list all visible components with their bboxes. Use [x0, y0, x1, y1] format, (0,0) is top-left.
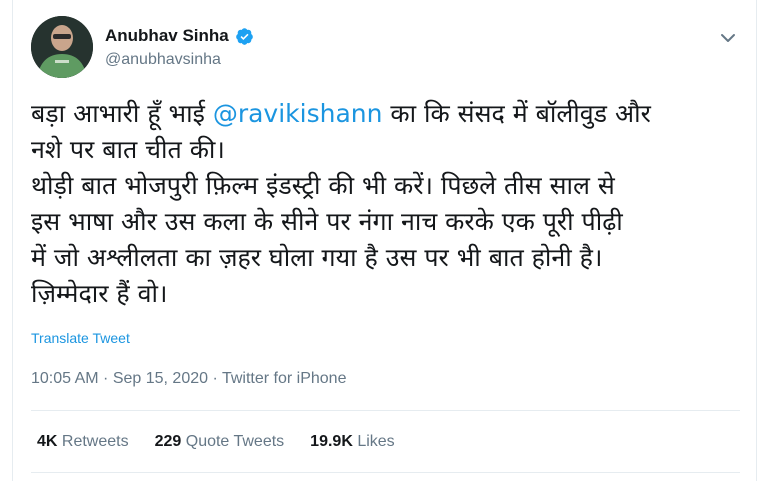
author-handle[interactable]: @anubhavsinha — [105, 51, 254, 69]
mention-link[interactable]: @ravikishann — [213, 99, 383, 128]
quote-tweets-stat[interactable]: 229 Quote Tweets — [155, 433, 285, 451]
tweet-text: बड़ा आभारी हूँ भाई @ravikishann का कि सं… — [31, 96, 751, 312]
divider — [31, 472, 740, 473]
tweet-header: Anubhav Sinha @anubhavsinha — [31, 16, 740, 82]
tweet-line: बड़ा आभारी हूँ भाई @ravikishann का कि सं… — [31, 96, 751, 132]
display-name-row: Anubhav Sinha — [105, 26, 254, 46]
author-names: Anubhav Sinha @anubhavsinha — [105, 26, 254, 69]
tweet-line: इस भाषा और उस कला के सीने पर नंगा नाच कर… — [31, 207, 623, 236]
likes-count: 19.9K — [310, 433, 353, 450]
verified-badge-icon — [235, 27, 253, 45]
retweets-stat[interactable]: 4K Retweets — [37, 433, 129, 451]
meta-separator: · — [208, 370, 222, 387]
tweet-line: थोड़ी बात भोजपुरी फ़िल्म इंडस्ट्री की भी… — [31, 171, 615, 200]
divider — [31, 410, 740, 411]
display-name[interactable]: Anubhav Sinha — [105, 26, 229, 46]
likes-stat[interactable]: 19.9K Likes — [310, 433, 395, 451]
tweet-meta: 10:05 AM · Sep 15, 2020 · Twitter for iP… — [31, 370, 346, 388]
meta-separator: · — [98, 370, 113, 387]
tweet-date[interactable]: Sep 15, 2020 — [113, 370, 208, 387]
retweets-count: 4K — [37, 433, 58, 450]
tweet-stats: 4K Retweets 229 Quote Tweets 19.9K Likes — [37, 433, 395, 451]
tweet-source[interactable]: Twitter for iPhone — [222, 370, 347, 387]
tweet-card: Anubhav Sinha @anubhavsinha बड़ा आभारी ह… — [12, 0, 757, 481]
translate-tweet-link[interactable]: Translate Tweet — [31, 330, 130, 346]
quote-tweets-count: 229 — [154, 433, 182, 450]
likes-label: Likes — [352, 433, 395, 450]
tweet-text-segment: बड़ा आभारी हूँ भाई — [31, 99, 213, 128]
tweet-line: नशे पर बात चीत की। — [31, 135, 225, 164]
tweet-line: में जो अश्लीलता का ज़हर घोला गया है उस प… — [31, 243, 603, 272]
tweet-line: ज़िम्मेदार हैं वो। — [31, 279, 168, 308]
quote-tweets-label: Quote Tweets — [181, 433, 285, 450]
avatar-image — [31, 16, 93, 78]
chevron-down-icon[interactable] — [716, 26, 740, 50]
tweet-text-segment: का कि संसद में बॉलीवुड और — [382, 99, 651, 128]
retweets-label: Retweets — [57, 433, 129, 450]
avatar[interactable] — [31, 16, 93, 78]
tweet-time[interactable]: 10:05 AM — [31, 370, 99, 387]
